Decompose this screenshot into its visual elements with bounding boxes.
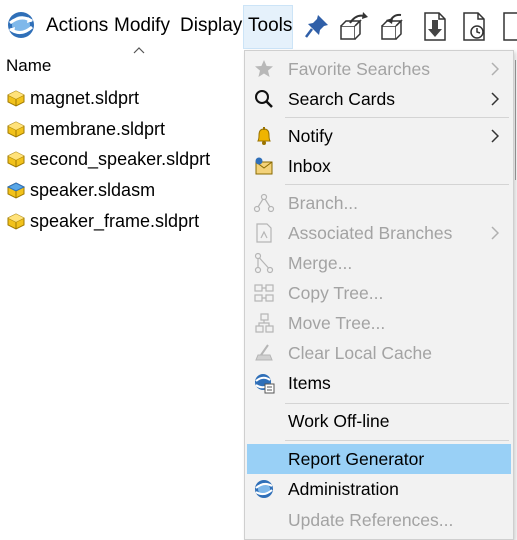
clear-cache-icon <box>255 344 273 361</box>
branch-icon <box>253 193 275 213</box>
menu-item-items[interactable]: Items <box>247 368 511 398</box>
inbox-icon <box>255 157 273 175</box>
file-row[interactable]: second_speaker.sldprt <box>6 147 242 173</box>
menu-item-move-tree[interactable]: Move Tree... <box>247 308 511 338</box>
pin-icon[interactable] <box>301 10 333 42</box>
file-name: speaker_frame.sldprt <box>30 211 200 231</box>
associated-branches-icon <box>256 223 272 243</box>
menu-bar: Actions Modify Display Tools <box>0 0 517 50</box>
app-logo-icon[interactable] <box>6 10 36 40</box>
menu-item-work-offline[interactable]: Work Off-line <box>247 406 511 436</box>
administration-icon <box>255 480 273 498</box>
check-in-icon[interactable] <box>377 10 409 42</box>
bell-icon <box>257 127 271 145</box>
menu-item-branch[interactable]: Branch... <box>247 188 511 218</box>
file-row[interactable]: speaker.sldasm <box>6 178 242 204</box>
menu-actions[interactable]: Actions <box>46 15 108 37</box>
menu-modify[interactable]: Modify <box>114 15 170 37</box>
file-row[interactable]: magnet.sldprt <box>6 86 242 112</box>
menu-item-report-generator[interactable]: Report Generator <box>247 444 511 474</box>
part-icon <box>7 213 25 230</box>
column-divider <box>515 60 516 180</box>
document-history-icon[interactable] <box>459 10 491 42</box>
file-name: magnet.sldprt <box>30 88 140 108</box>
items-icon <box>255 374 275 394</box>
menu-separator <box>285 117 509 118</box>
menu-item-associated-branches[interactable]: Associated Branches <box>247 218 511 248</box>
submenu-arrow-icon <box>491 129 499 143</box>
merge-icon <box>254 252 274 274</box>
menu-item-search-cards[interactable]: Search Cards <box>247 84 511 114</box>
submenu-arrow-icon <box>491 92 499 106</box>
sort-ascending-icon <box>133 47 145 54</box>
name-column-header[interactable]: Name <box>6 56 51 76</box>
file-name: second_speaker.sldprt <box>30 149 211 169</box>
get-document-icon[interactable] <box>419 10 451 42</box>
menu-separator <box>285 403 509 404</box>
file-row[interactable]: speaker_frame.sldprt <box>6 209 242 235</box>
submenu-arrow-icon <box>491 62 499 76</box>
file-name: speaker.sldasm <box>30 180 156 200</box>
toolbar-overflow-icon[interactable] <box>500 10 517 42</box>
file-name: membrane.sldprt <box>30 119 166 139</box>
menu-item-notify[interactable]: Notify <box>247 121 511 151</box>
move-tree-icon <box>255 313 274 333</box>
menu-tools[interactable]: Tools <box>248 15 292 37</box>
tools-dropdown-menu: Favorite Searches Search Cards Notify In… <box>244 50 514 540</box>
assembly-icon <box>6 182 26 199</box>
part-icon <box>7 121 25 138</box>
menu-separator <box>285 440 509 441</box>
menu-separator <box>285 184 509 185</box>
part-icon <box>7 151 25 168</box>
menu-item-clear-local-cache[interactable]: Clear Local Cache <box>247 338 511 368</box>
file-row[interactable]: membrane.sldprt <box>6 117 242 143</box>
menu-display[interactable]: Display <box>180 15 242 37</box>
menu-item-copy-tree[interactable]: Copy Tree... <box>247 278 511 308</box>
part-icon <box>7 90 25 107</box>
menu-item-favorite-searches[interactable]: Favorite Searches <box>247 54 511 84</box>
menu-item-administration[interactable]: Administration <box>247 474 511 504</box>
search-icon <box>255 90 273 108</box>
star-icon <box>255 60 273 77</box>
copy-tree-icon <box>254 284 274 302</box>
menu-item-inbox[interactable]: Inbox <box>247 151 511 181</box>
check-out-icon[interactable] <box>338 10 370 42</box>
menu-item-update-references[interactable]: Update References... <box>247 505 511 535</box>
submenu-arrow-icon <box>491 226 499 240</box>
menu-item-merge[interactable]: Merge... <box>247 248 511 278</box>
